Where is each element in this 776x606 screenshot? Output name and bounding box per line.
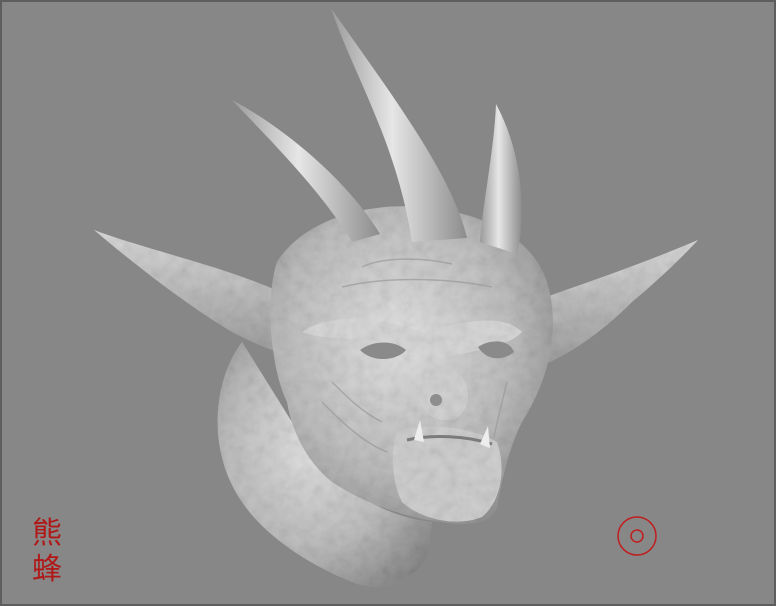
horn-right — [480, 104, 522, 254]
nostril — [430, 394, 442, 406]
horn-left — [232, 100, 380, 242]
artist-signature: 熊 蜂 — [24, 516, 70, 592]
sculpt-model[interactable] — [2, 2, 776, 606]
3d-viewport[interactable]: 熊 蜂 — [0, 0, 776, 606]
target-circle-icon[interactable] — [616, 515, 658, 557]
signature-char-1: 熊 — [32, 516, 62, 551]
signature-char-2: 蜂 — [32, 552, 62, 587]
